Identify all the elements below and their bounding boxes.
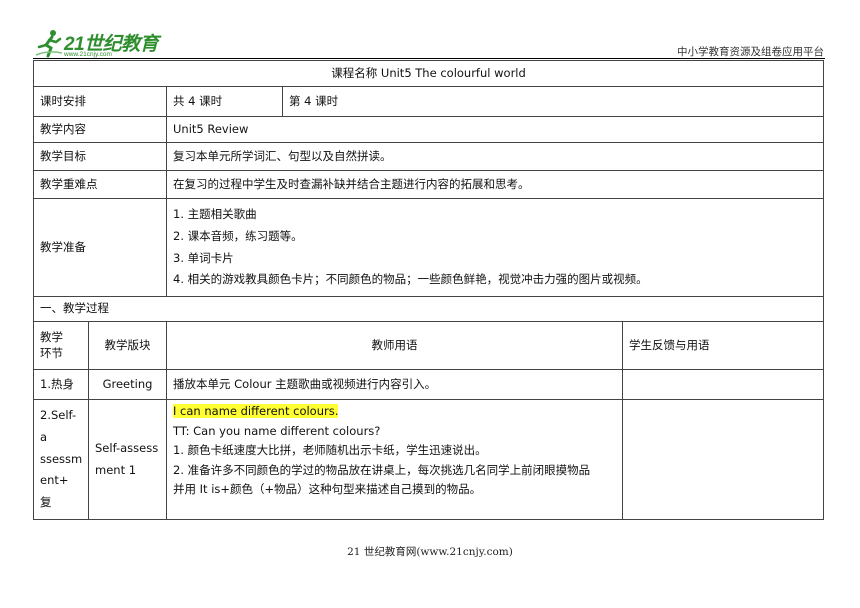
goals-row: 教学目标 复习本单元所学词汇、句型以及自然拼读。 — [33, 142, 825, 171]
stage-header-line: 教学 — [40, 329, 63, 344]
schedule-label: 课时安排 — [33, 86, 167, 117]
process-title: 一、教学过程 — [32, 296, 825, 322]
teacher-line: 1. 颜色卡纸速度大比拼，老师随机出示卡纸，学生迅速说出。 — [173, 443, 487, 458]
runner-icon — [35, 30, 63, 58]
teacher-cell: I can name different colours. TT: Can yo… — [166, 399, 623, 520]
teacher-line: 2. 准备许多不同颜色的学过的物品放在讲桌上，每次挑选几名同学上前闭眼摸物品 — [173, 462, 591, 477]
stage-cell: 2.Self-a ssessm ent+ 复 — [33, 399, 89, 520]
process-title-row: 一、教学过程 — [32, 296, 825, 322]
content-label: 教学内容 — [33, 116, 167, 143]
student-cell — [621, 369, 825, 400]
module-cell: Self-assess ment 1 — [88, 399, 167, 520]
module-line: ment 1 — [95, 462, 137, 477]
logo-url: www.21cnjy.com — [64, 51, 112, 58]
page-footer: 21 世纪教育网(www.21cnjy.com) — [347, 546, 513, 558]
document-page: 21世纪教育 www.21cnjy.com 中小学教育资源及组卷应用平台 课程名… — [0, 0, 860, 608]
lesson-plan-table: 课程名称 Unit5 The colourful world 课时安排 共 4 … — [32, 60, 825, 520]
preparation-item: 3. 单词卡片 — [173, 250, 234, 265]
process-header-row: 教学 环节 教学版块 教师用语 学生反馈与用语 — [33, 321, 825, 370]
student-header: 学生反馈与用语 — [621, 321, 825, 370]
stage-line: 2.Self-a — [40, 407, 77, 444]
key-points-label: 教学重难点 — [33, 170, 167, 199]
stage-line: ent+ 复 — [40, 473, 81, 510]
key-points-row: 教学重难点 在复习的过程中学生及时查漏补缺并结合主题进行内容的拓展和思考。 — [33, 170, 825, 199]
key-points-value: 在复习的过程中学生及时查漏补缺并结合主题进行内容的拓展和思考。 — [165, 170, 825, 199]
content-row: 教学内容 Unit5 Review — [33, 116, 825, 143]
schedule-row: 课时安排 共 4 课时 第 4 课时 — [33, 86, 825, 117]
stage-line: ssessm — [40, 451, 83, 466]
schedule-total: 共 4 课时 — [166, 86, 283, 117]
preparation-list: 1. 主题相关歌曲 2. 课本音频，练习题等。 3. 单词卡片 4. 相关的游戏… — [165, 198, 825, 297]
goals-label: 教学目标 — [33, 142, 167, 171]
table-row: 2.Self-a ssessm ent+ 复 Self-assess ment … — [33, 399, 825, 520]
preparation-label: 教学准备 — [33, 198, 167, 297]
preparation-item: 1. 主题相关歌曲 — [173, 207, 257, 222]
teacher-line: 并用 It is+颜色（+物品）这种句型来描述自己摸到的物品。 — [173, 482, 482, 497]
goals-value: 复习本单元所学词汇、句型以及自然拼读。 — [165, 142, 825, 171]
preparation-item: 4. 相关的游戏教具颜色卡片；不同颜色的物品；一些颜色鲜艳，视觉冲击力强的图片或… — [173, 272, 648, 287]
teacher-line: TT: Can you name different colours? — [173, 423, 381, 438]
stage-cell: 1.热身 — [33, 369, 89, 400]
teacher-cell: 播放本单元 Colour 主题歌曲或视频进行内容引入。 — [166, 369, 623, 400]
site-logo: 21世纪教育 www.21cnjy.com — [34, 28, 159, 60]
preparation-row: 教学准备 1. 主题相关歌曲 2. 课本音频，练习题等。 3. 单词卡片 4. … — [33, 198, 825, 297]
header-divider — [33, 58, 825, 59]
stage-header-line: 环节 — [40, 345, 63, 360]
stage-header: 教学 环节 — [33, 321, 89, 370]
course-row: 课程名称 Unit5 The colourful world — [32, 60, 825, 87]
module-cell: Greeting — [88, 369, 167, 400]
highlighted-goal: I can name different colours. — [173, 404, 339, 418]
preparation-item: 2. 课本音频，练习题等。 — [173, 228, 303, 243]
course-title: 课程名称 Unit5 The colourful world — [32, 60, 825, 87]
student-cell — [621, 399, 825, 520]
module-header: 教学版块 — [88, 321, 167, 370]
teacher-header: 教师用语 — [166, 321, 623, 370]
schedule-current: 第 4 课时 — [281, 86, 825, 117]
platform-name: 中小学教育资源及组卷应用平台 — [677, 46, 824, 58]
module-line: Self-assess — [95, 440, 159, 455]
content-value: Unit5 Review — [165, 116, 825, 143]
table-row: 1.热身 Greeting 播放本单元 Colour 主题歌曲或视频进行内容引入… — [33, 369, 825, 400]
